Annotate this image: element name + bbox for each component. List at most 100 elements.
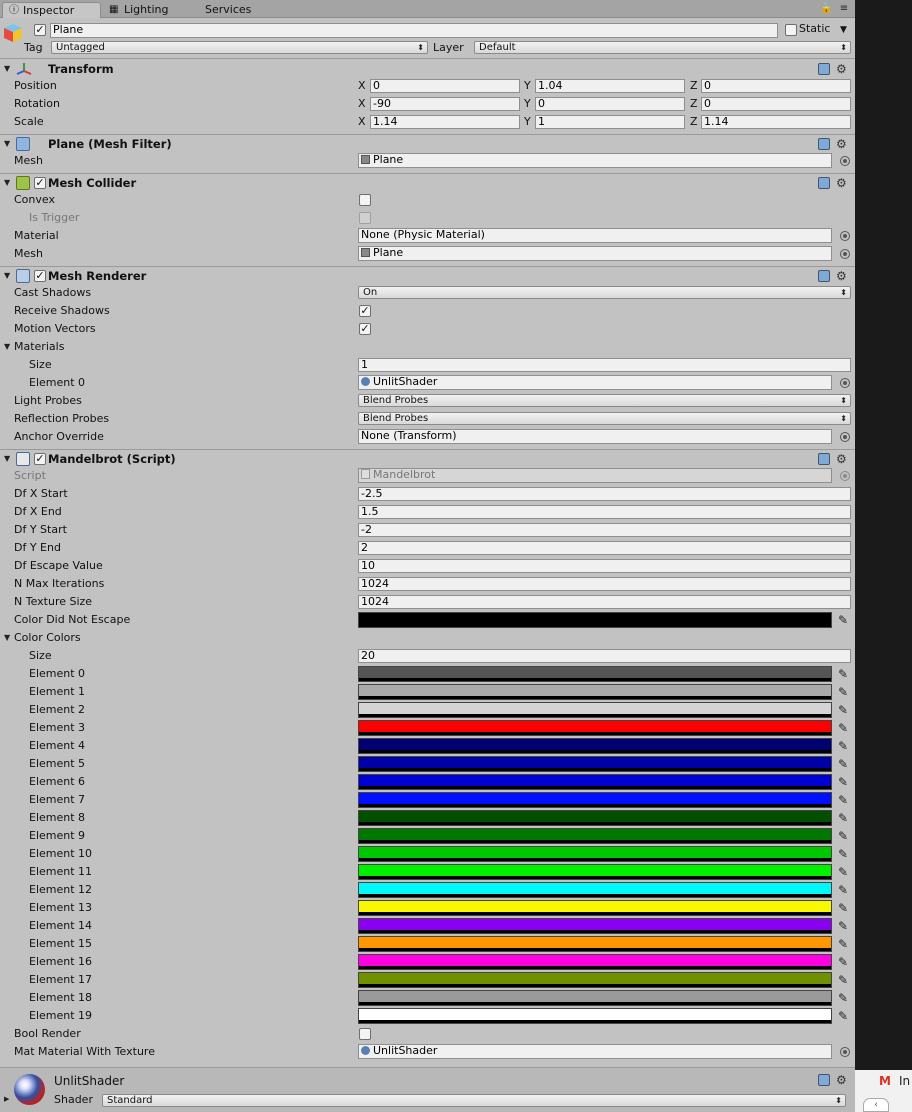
gear-icon[interactable]: ⚙ xyxy=(836,1073,847,1087)
shader-dropdown[interactable]: Standard xyxy=(102,1094,846,1107)
materials-size-input[interactable]: 1 xyxy=(358,358,851,372)
receive-shadows-checkbox[interactable]: ✓ xyxy=(359,305,371,317)
eyedropper-icon[interactable]: ✎ xyxy=(836,685,850,699)
mesh-object-field[interactable]: Plane xyxy=(358,153,832,168)
enabled-checkbox[interactable]: ✓ xyxy=(34,177,46,189)
foldout-arrow-icon[interactable]: ▼ xyxy=(4,450,10,468)
foldout-arrow-icon[interactable]: ▼ xyxy=(4,629,10,647)
eyedropper-icon[interactable]: ✎ xyxy=(836,955,850,969)
tab-lighting[interactable]: ▦ Lighting xyxy=(104,2,194,18)
script-field-input[interactable]: 1024 xyxy=(358,595,851,609)
script-field-input[interactable]: 2 xyxy=(358,541,851,555)
menu-icon[interactable]: ≡ xyxy=(838,3,850,15)
object-picker-icon[interactable] xyxy=(840,249,850,259)
position-x-input[interactable]: 0 xyxy=(370,79,520,93)
back-arrow-icon[interactable]: ‹ xyxy=(863,1098,889,1112)
color-swatch[interactable] xyxy=(358,774,832,790)
collider-mesh-field[interactable]: Plane xyxy=(358,246,832,261)
anchor-override-field[interactable]: None (Transform) xyxy=(358,429,832,444)
eyedropper-icon[interactable]: ✎ xyxy=(836,757,850,771)
script-field-input[interactable]: 1024 xyxy=(358,577,851,591)
script-field-input[interactable]: 10 xyxy=(358,559,851,573)
color-swatch[interactable] xyxy=(358,936,832,952)
help-book-icon[interactable] xyxy=(818,63,830,75)
eyedropper-icon[interactable]: ✎ xyxy=(836,829,850,843)
gmail-icon[interactable]: M xyxy=(879,1074,891,1088)
object-picker-icon[interactable] xyxy=(840,231,850,241)
color-swatch[interactable] xyxy=(358,792,832,808)
help-book-icon[interactable] xyxy=(818,270,830,282)
active-checkbox[interactable]: ✓ xyxy=(34,24,46,36)
colors-size-input[interactable]: 20 xyxy=(358,649,851,663)
color-swatch[interactable] xyxy=(358,738,832,754)
color-swatch[interactable] xyxy=(358,990,832,1006)
gear-icon[interactable]: ⚙ xyxy=(836,452,847,466)
eyedropper-icon[interactable]: ✎ xyxy=(836,919,850,933)
eyedropper-icon[interactable]: ✎ xyxy=(836,775,850,789)
color-swatch[interactable] xyxy=(358,918,832,934)
motion-vectors-checkbox[interactable]: ✓ xyxy=(359,323,371,335)
script-field-input[interactable]: -2 xyxy=(358,523,851,537)
eyedropper-icon[interactable]: ✎ xyxy=(836,613,850,627)
object-picker-icon[interactable] xyxy=(840,156,850,166)
foldout-arrow-icon[interactable]: ▼ xyxy=(4,60,10,78)
color-swatch[interactable] xyxy=(358,882,832,898)
static-dropdown-icon[interactable]: ▼ xyxy=(840,21,847,39)
cast-shadows-dropdown[interactable]: On xyxy=(358,286,851,299)
help-book-icon[interactable] xyxy=(818,1074,830,1086)
eyedropper-icon[interactable]: ✎ xyxy=(836,865,850,879)
rotation-x-input[interactable]: -90 xyxy=(370,97,520,111)
color-field[interactable] xyxy=(358,612,832,628)
gear-icon[interactable]: ⚙ xyxy=(836,269,847,283)
eyedropper-icon[interactable]: ✎ xyxy=(836,901,850,915)
eyedropper-icon[interactable]: ✎ xyxy=(836,739,850,753)
materials-row[interactable]: ▼ Materials xyxy=(0,338,855,356)
position-z-input[interactable]: 0 xyxy=(701,79,851,93)
object-picker-icon[interactable] xyxy=(840,1047,850,1057)
color-swatch[interactable] xyxy=(358,828,832,844)
foldout-arrow-icon[interactable]: ▶ xyxy=(4,1090,9,1108)
eyedropper-icon[interactable]: ✎ xyxy=(836,811,850,825)
eyedropper-icon[interactable]: ✎ xyxy=(836,1009,850,1023)
help-book-icon[interactable] xyxy=(818,138,830,150)
eyedropper-icon[interactable]: ✎ xyxy=(836,883,850,897)
eyedropper-icon[interactable]: ✎ xyxy=(836,793,850,807)
light-probes-dropdown[interactable]: Blend Probes xyxy=(358,394,851,407)
eyedropper-icon[interactable]: ✎ xyxy=(836,667,850,681)
object-picker-icon[interactable] xyxy=(840,378,850,388)
foldout-arrow-icon[interactable]: ▼ xyxy=(4,135,10,153)
scale-z-input[interactable]: 1.14 xyxy=(701,115,851,129)
eyedropper-icon[interactable]: ✎ xyxy=(836,721,850,735)
material-texture-field[interactable]: UnlitShader xyxy=(358,1044,832,1059)
eyedropper-icon[interactable]: ✎ xyxy=(836,847,850,861)
tab-services[interactable]: Services xyxy=(185,2,265,18)
eyedropper-icon[interactable]: ✎ xyxy=(836,973,850,987)
scale-y-input[interactable]: 1 xyxy=(535,115,685,129)
color-swatch[interactable] xyxy=(358,954,832,970)
gear-icon[interactable]: ⚙ xyxy=(836,62,847,76)
object-name-input[interactable]: Plane xyxy=(50,23,778,38)
material-element-field[interactable]: UnlitShader xyxy=(358,375,832,390)
foldout-arrow-icon[interactable]: ▼ xyxy=(4,267,10,285)
lock-icon[interactable]: 🔒 xyxy=(820,3,832,15)
gear-icon[interactable]: ⚙ xyxy=(836,137,847,151)
object-picker-icon[interactable] xyxy=(840,432,850,442)
physic-material-field[interactable]: None (Physic Material) xyxy=(358,228,832,243)
color-swatch[interactable] xyxy=(358,720,832,736)
color-swatch[interactable] xyxy=(358,666,832,682)
rotation-z-input[interactable]: 0 xyxy=(701,97,851,111)
enabled-checkbox[interactable]: ✓ xyxy=(34,270,46,282)
enabled-checkbox[interactable]: ✓ xyxy=(34,453,46,465)
static-checkbox[interactable] xyxy=(785,24,797,36)
taskbar-label[interactable]: In xyxy=(899,1074,910,1088)
color-swatch[interactable] xyxy=(358,1008,832,1024)
scale-x-input[interactable]: 1.14 xyxy=(370,115,520,129)
help-book-icon[interactable] xyxy=(818,177,830,189)
tab-inspector[interactable]: ⓘ Inspector xyxy=(2,2,101,18)
rotation-y-input[interactable]: 0 xyxy=(535,97,685,111)
color-swatch[interactable] xyxy=(358,900,832,916)
foldout-arrow-icon[interactable]: ▼ xyxy=(4,174,10,192)
eyedropper-icon[interactable]: ✎ xyxy=(836,937,850,951)
reflection-probes-dropdown[interactable]: Blend Probes xyxy=(358,412,851,425)
eyedropper-icon[interactable]: ✎ xyxy=(836,991,850,1005)
